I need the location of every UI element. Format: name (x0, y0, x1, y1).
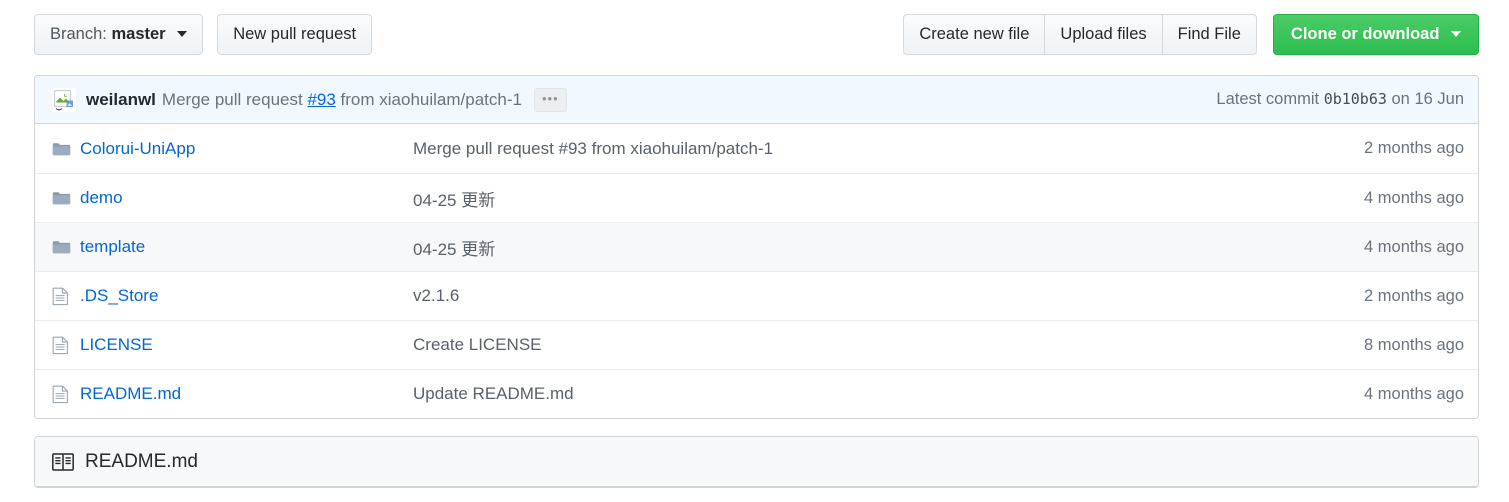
commit-message-prefix: Merge pull request (162, 90, 308, 109)
table-row[interactable]: Colorui-UniApp Merge pull request #93 fro… (35, 124, 1478, 173)
commit-sha-link[interactable]: 0b10b63 (1324, 90, 1387, 108)
file-name-link[interactable]: README.md (80, 384, 181, 403)
commit-message-suffix: from xiaohuilam/patch-1 (336, 90, 522, 109)
file-name-cell: template (80, 237, 413, 257)
file-icon (52, 385, 80, 404)
file-name-cell: demo (80, 188, 413, 208)
chevron-down-icon (177, 31, 187, 37)
commit-date: 16 Jun (1414, 90, 1464, 108)
folder-icon (52, 190, 80, 206)
commit-message-cell[interactable]: 04-25 更新 (413, 235, 1364, 260)
file-listing-container: weilanwl Merge pull request #93 from xia… (34, 75, 1479, 419)
toolbar-left-group: Branch: master New pull request (34, 14, 372, 55)
file-name-link[interactable]: .DS_Store (80, 286, 158, 305)
broken-image-avatar-icon (52, 88, 76, 112)
commit-message-cell[interactable]: Create LICENSE (413, 335, 1364, 355)
file-name-link[interactable]: demo (80, 188, 123, 207)
table-row[interactable]: template 04-25 更新4 months ago (35, 222, 1478, 271)
commit-message-cell[interactable]: 04-25 更新 (413, 186, 1364, 211)
readme-title: README.md (85, 451, 198, 473)
file-icon (52, 287, 80, 306)
table-row[interactable]: .DS_Store v2.1.62 months ago (35, 271, 1478, 320)
repository-file-browser: Branch: master New pull request Create n… (0, 0, 1509, 488)
table-row[interactable]: demo 04-25 更新4 months ago (35, 173, 1478, 222)
latest-commit-bar: weilanwl Merge pull request #93 from xia… (35, 76, 1478, 124)
readme-header: README.md (35, 437, 1478, 487)
file-name-cell: .DS_Store (80, 286, 413, 306)
latest-commit-info: weilanwl Merge pull request #93 from xia… (52, 88, 1202, 112)
pull-request-link[interactable]: #93 (307, 90, 335, 109)
file-name-cell: LICENSE (80, 335, 413, 355)
folder-icon (52, 141, 80, 157)
readme-container: README.md (34, 436, 1479, 488)
repository-toolbar: Branch: master New pull request Create n… (34, 14, 1479, 62)
table-row[interactable]: LICENSE Create LICENSE8 months ago (35, 320, 1478, 369)
file-name-link[interactable]: Colorui-UniApp (80, 139, 195, 158)
create-new-file-button[interactable]: Create new file (903, 14, 1044, 55)
folder-icon (52, 239, 80, 255)
commit-message-cell[interactable]: Merge pull request #93 from xiaohuilam/p… (413, 139, 1364, 159)
file-name-cell: README.md (80, 384, 413, 404)
branch-name-label: master (111, 25, 165, 43)
file-actions-button-group: Create new file Upload files Find File (903, 14, 1257, 55)
commit-date-prefix: on (1392, 90, 1410, 108)
commit-age-cell: 4 months ago (1364, 189, 1464, 208)
file-name-link[interactable]: template (80, 237, 145, 256)
commit-details-toggle-button[interactable]: ••• (534, 88, 567, 112)
find-file-button[interactable]: Find File (1162, 14, 1257, 55)
table-row[interactable]: README.md Update README.md4 months ago (35, 369, 1478, 418)
commit-age-cell: 4 months ago (1364, 238, 1464, 257)
clone-or-download-label: Clone or download (1291, 25, 1440, 43)
commit-message: Merge pull request #93 from xiaohuilam/p… (162, 90, 522, 110)
new-pull-request-button[interactable]: New pull request (217, 14, 372, 55)
commit-age-cell: 8 months ago (1364, 336, 1464, 355)
latest-commit-label: Latest commit (1216, 90, 1319, 108)
branch-prefix-label: Branch: (50, 25, 107, 43)
file-name-link[interactable]: LICENSE (80, 335, 153, 354)
latest-commit-meta: Latest commit 0b10b63 on 16 Jun (1202, 90, 1464, 109)
chevron-down-icon (1451, 31, 1461, 37)
file-icon (52, 336, 80, 355)
book-icon (52, 451, 74, 473)
commit-age-cell: 4 months ago (1364, 385, 1464, 404)
commit-author-link[interactable]: weilanwl (86, 90, 156, 110)
file-rows: Colorui-UniApp Merge pull request #93 fro… (35, 124, 1478, 418)
branch-selector-button[interactable]: Branch: master (34, 14, 203, 55)
file-name-cell: Colorui-UniApp (80, 139, 413, 159)
upload-files-button[interactable]: Upload files (1044, 14, 1161, 55)
commit-age-cell: 2 months ago (1364, 139, 1464, 158)
clone-or-download-button[interactable]: Clone or download (1273, 14, 1479, 55)
commit-age-cell: 2 months ago (1364, 287, 1464, 306)
toolbar-right-group: Create new file Upload files Find File C… (903, 14, 1479, 55)
commit-message-cell[interactable]: v2.1.6 (413, 286, 1364, 306)
commit-message-cell[interactable]: Update README.md (413, 384, 1364, 404)
